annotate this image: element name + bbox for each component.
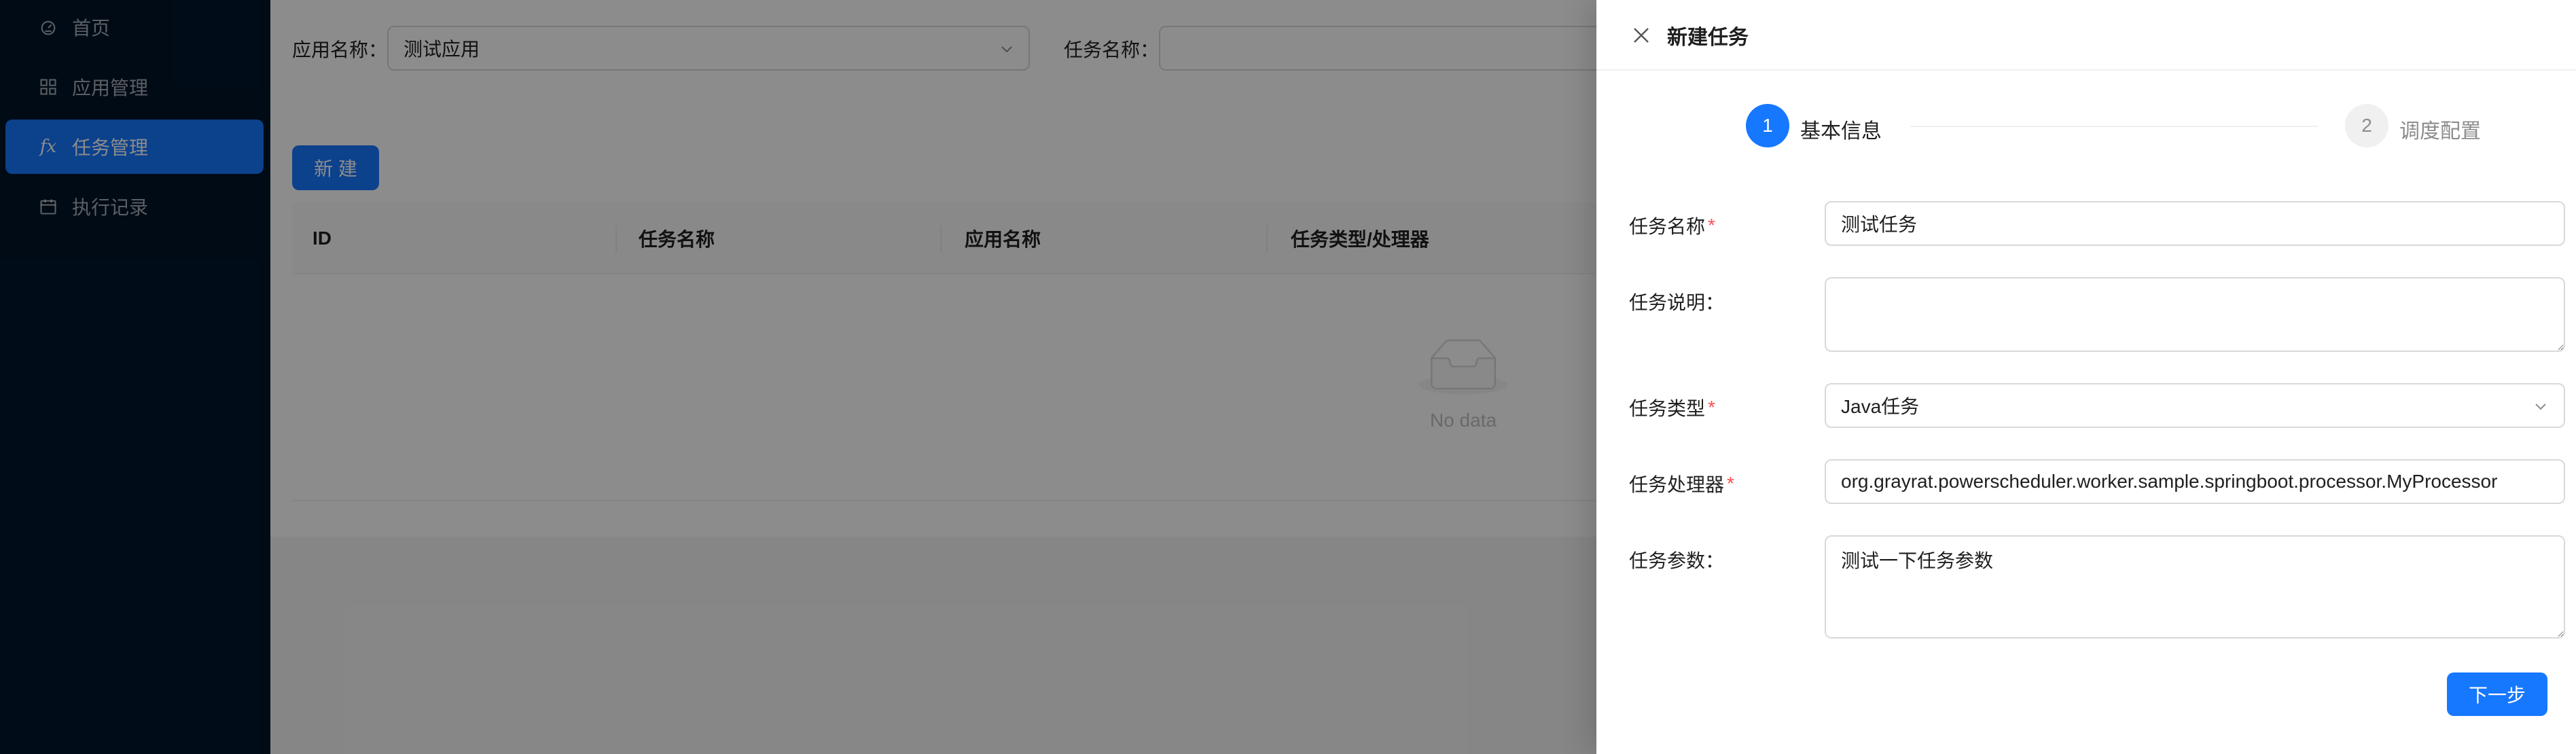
step-connector	[1910, 126, 2318, 127]
step-2-title: 调度配置	[2399, 120, 2481, 143]
task-desc-textarea[interactable]	[1825, 277, 2565, 352]
drawer-header: 新建任务	[1596, 0, 2576, 71]
close-icon	[1634, 28, 1649, 43]
step-2-circle: 2	[2345, 104, 2389, 147]
new-task-drawer: 新建任务 1 基本信息 2 调度配置 任务名称* 任务说明： 任务类型* Jav…	[1596, 0, 2576, 754]
task-params-textarea[interactable]: 测试一下任务参数	[1825, 535, 2565, 639]
drawer-title: 新建任务	[1667, 26, 1749, 49]
task-type-form-label: 任务类型 *	[1629, 397, 1715, 419]
step-1-circle: 1	[1746, 104, 1789, 147]
next-step-button[interactable]: 下一步	[2447, 672, 2547, 716]
task-params-form-label: 任务参数：	[1629, 550, 1725, 571]
task-name-input[interactable]	[1825, 201, 2565, 246]
task-type-select[interactable]: Java任务	[1825, 383, 2565, 428]
task-desc-form-label: 任务说明：	[1629, 292, 1725, 313]
chevron-down-icon	[2535, 403, 2546, 410]
task-name-form-label: 任务名称 *	[1629, 215, 1715, 237]
task-processor-form-label: 任务处理器 *	[1629, 473, 1734, 495]
task-processor-input[interactable]	[1825, 459, 2565, 504]
step-1-title: 基本信息	[1800, 120, 1882, 143]
close-button[interactable]	[1629, 23, 1653, 48]
task-type-value: Java任务	[1841, 396, 1920, 417]
